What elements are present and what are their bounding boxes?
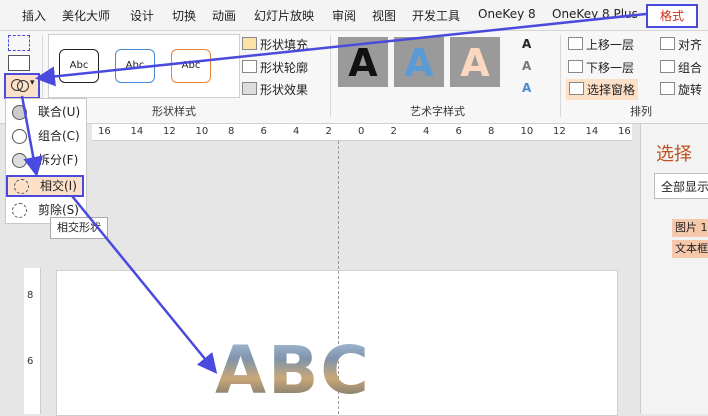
arrow-format-to-merge [35, 12, 647, 87]
arrow-intersect-to-text [71, 195, 218, 374]
annotation-arrows [20, 12, 647, 374]
arrow-merge-to-intersect [20, 95, 44, 177]
